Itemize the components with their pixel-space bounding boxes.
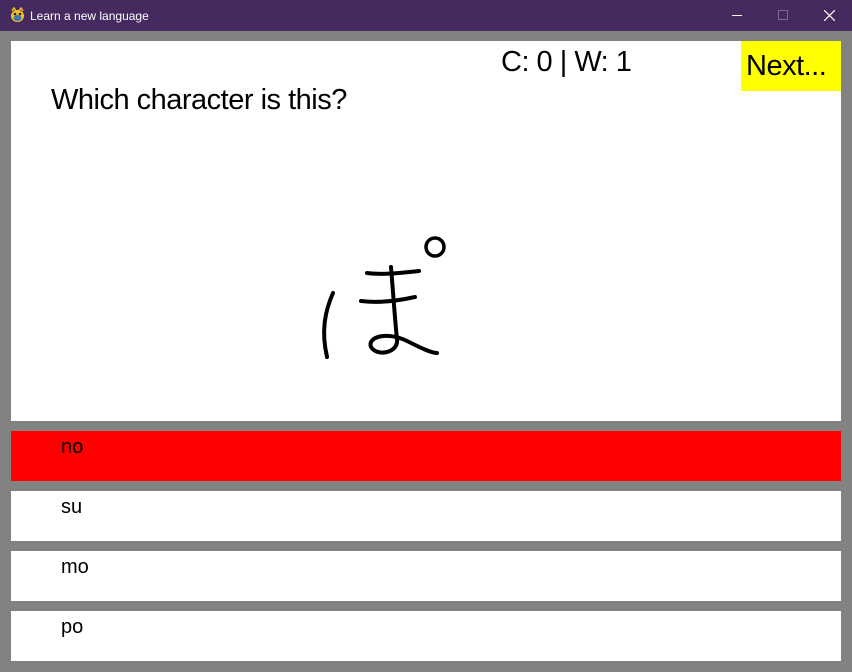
answer-option-po[interactable]: po: [11, 611, 841, 661]
answer-label: po: [61, 616, 84, 638]
minimize-button[interactable]: [714, 0, 760, 31]
question-prompt: Which character is this?: [51, 84, 347, 116]
answer-option-mo[interactable]: mo: [11, 551, 841, 601]
maximize-icon: [778, 10, 788, 20]
answer-label: su: [61, 496, 83, 518]
window-title: Learn a new language: [30, 9, 149, 23]
close-icon: [824, 10, 835, 21]
answer-option-no[interactable]: no: [11, 431, 841, 481]
answer-option-su[interactable]: su: [11, 491, 841, 541]
question-panel: C: 0 | W: 1 Next... Which character is t…: [11, 41, 841, 421]
next-button[interactable]: Next...: [741, 41, 841, 91]
maximize-button[interactable]: [760, 0, 806, 31]
hiragana-character-drawing: [322, 236, 446, 359]
minimize-icon: [732, 15, 742, 16]
next-button-label: Next...: [746, 50, 827, 82]
answer-label: mo: [61, 556, 89, 578]
title-bar: Learn a new language: [0, 0, 852, 31]
close-button[interactable]: [806, 0, 852, 31]
hiragana-character: [311, 231, 451, 361]
pygame-snake-icon: [9, 6, 26, 24]
score-counter: C: 0 | W: 1: [501, 46, 632, 78]
answer-label: no: [61, 436, 84, 458]
